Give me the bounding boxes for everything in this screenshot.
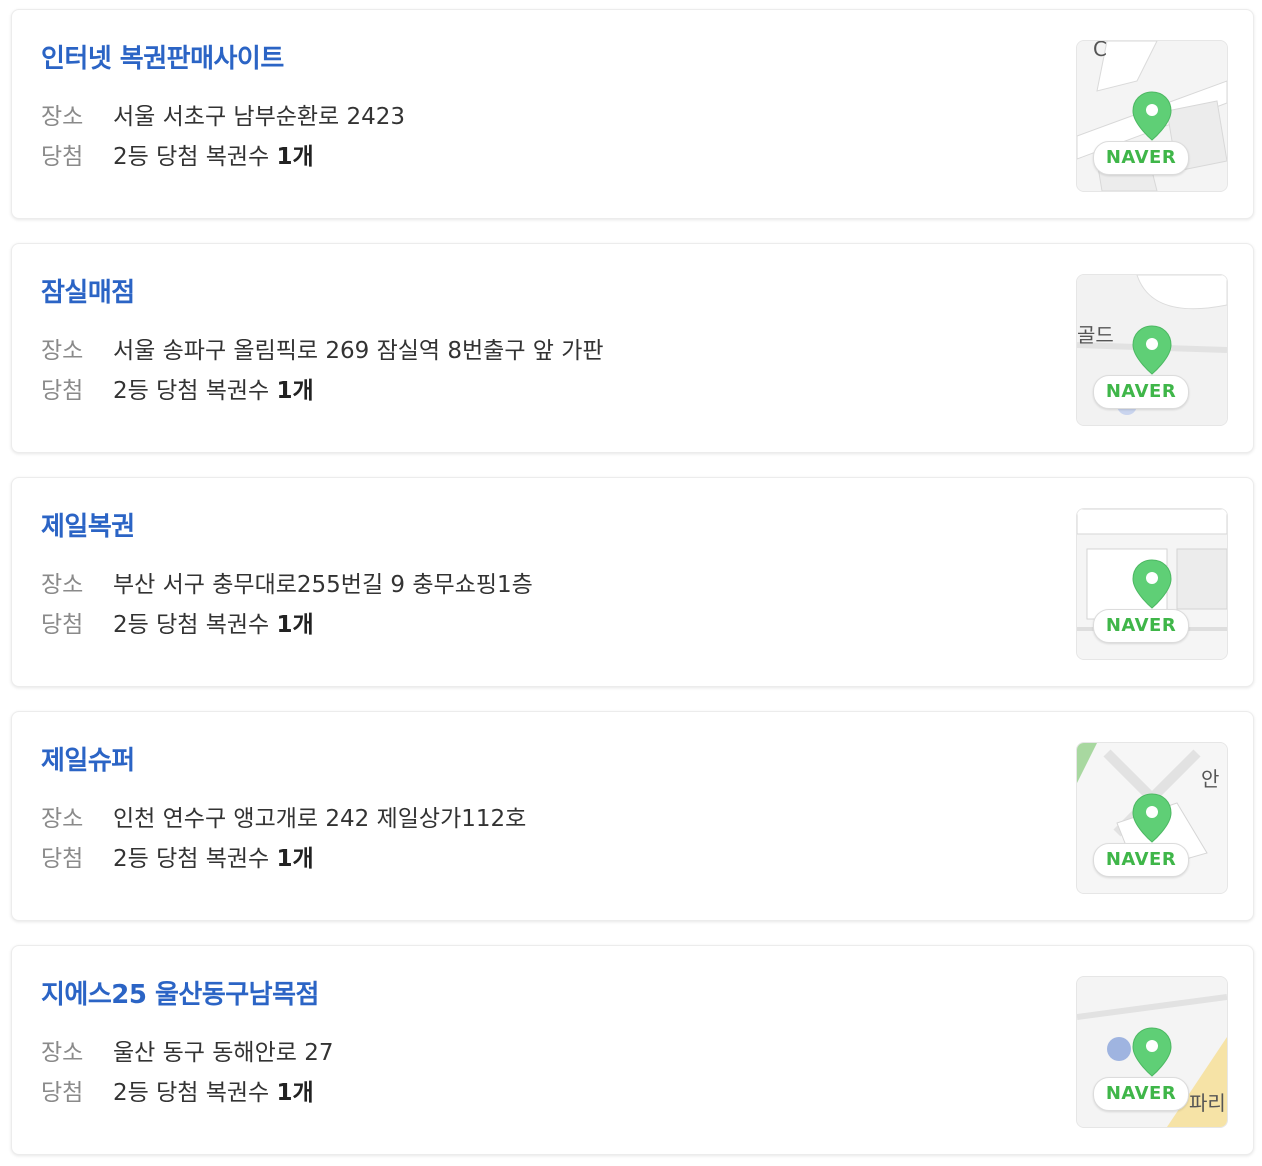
store-name[interactable]: 제일슈퍼 [41, 740, 135, 777]
place-label: 장소 [41, 104, 84, 130]
naver-logo: NAVER [1093, 843, 1189, 877]
store-win-row: 당첨 2등 당첨 복권수 1개 [41, 371, 314, 405]
map-thumbnail[interactable]: NAVER [1076, 508, 1228, 660]
store-card[interactable]: 인터넷 복권판매사이트 장소 서울 서초구 남부순환로 2423 당첨 2등 당첨 … [11, 9, 1254, 219]
store-address: 서울 서초구 남부순환로 2423 [113, 104, 406, 130]
win-text: 2등 당첨 복권수 [113, 378, 277, 404]
map-thumbnail[interactable]: C NAVER [1076, 40, 1228, 192]
naver-logo: NAVER [1093, 375, 1189, 409]
store-place-row: 장소 부산 서구 충무대로255번길 9 충무쇼핑1층 [41, 565, 533, 599]
naver-logo: NAVER [1093, 1077, 1189, 1111]
map-thumbnail[interactable]: 골드 NAVER [1076, 274, 1228, 426]
store-place-row: 장소 서울 서초구 남부순환로 2423 [41, 97, 405, 131]
store-address: 서울 송파구 올림픽로 269 잠실역 8번출구 앞 가판 [113, 338, 604, 364]
win-text: 2등 당첨 복권수 [113, 846, 277, 872]
win-count: 1개 [276, 846, 314, 872]
win-label: 당첨 [41, 612, 84, 638]
win-count: 1개 [276, 144, 314, 170]
place-label: 장소 [41, 1040, 84, 1066]
naver-logo: NAVER [1093, 609, 1189, 643]
map-label: 안 [1201, 767, 1220, 791]
map-pin-icon [1132, 793, 1172, 843]
win-text: 2등 당첨 복권수 [113, 144, 277, 170]
map-pin-icon [1132, 325, 1172, 375]
store-address: 부산 서구 충무대로255번길 9 충무쇼핑1층 [113, 572, 533, 598]
store-card[interactable]: 제일복권 장소 부산 서구 충무대로255번길 9 충무쇼핑1층 당첨 2등 당첨 … [11, 477, 1254, 687]
store-card[interactable]: 잠실매점 장소 서울 송파구 올림픽로 269 잠실역 8번출구 앞 가판 당첨 2… [11, 243, 1254, 453]
map-thumbnail[interactable]: 파리 NAVER [1076, 976, 1228, 1128]
store-place-row: 장소 울산 동구 동해안로 27 [41, 1033, 333, 1067]
store-name[interactable]: 인터넷 복권판매사이트 [41, 38, 284, 75]
map-label: C [1093, 40, 1107, 61]
place-label: 장소 [41, 338, 84, 364]
store-win-row: 당첨 2등 당첨 복권수 1개 [41, 137, 314, 171]
map-pin-icon [1132, 1027, 1172, 1077]
store-card[interactable]: 제일슈퍼 장소 인천 연수구 앵고개로 242 제일상가112호 당첨 2등 당첨 … [11, 711, 1254, 921]
store-name[interactable]: 제일복권 [41, 506, 135, 543]
store-card[interactable]: 지에스25 울산동구남목점 장소 울산 동구 동해안로 27 당첨 2등 당첨 복권… [11, 945, 1254, 1155]
store-address: 울산 동구 동해안로 27 [113, 1040, 334, 1066]
place-label: 장소 [41, 806, 84, 832]
store-name[interactable]: 잠실매점 [41, 272, 135, 309]
place-label: 장소 [41, 572, 84, 598]
store-place-row: 장소 서울 송파구 올림픽로 269 잠실역 8번출구 앞 가판 [41, 331, 604, 365]
win-text: 2등 당첨 복권수 [113, 1080, 277, 1106]
map-label: 골드 [1077, 323, 1114, 347]
map-pin-icon [1132, 91, 1172, 141]
win-label: 당첨 [41, 378, 84, 404]
map-label: 파리 [1189, 1091, 1226, 1115]
map-thumbnail[interactable]: 안 NAVER [1076, 742, 1228, 894]
store-place-row: 장소 인천 연수구 앵고개로 242 제일상가112호 [41, 799, 526, 833]
store-name[interactable]: 지에스25 울산동구남목점 [41, 974, 319, 1011]
win-label: 당첨 [41, 846, 84, 872]
map-pin-icon [1132, 559, 1172, 609]
winning-store-list: 인터넷 복권판매사이트 장소 서울 서초구 남부순환로 2423 당첨 2등 당첨 … [0, 0, 1262, 1166]
store-address: 인천 연수구 앵고개로 242 제일상가112호 [113, 806, 527, 832]
win-count: 1개 [276, 1080, 314, 1106]
win-label: 당첨 [41, 1080, 84, 1106]
store-win-row: 당첨 2등 당첨 복권수 1개 [41, 839, 314, 873]
store-win-row: 당첨 2등 당첨 복권수 1개 [41, 605, 314, 639]
win-count: 1개 [276, 612, 314, 638]
store-win-row: 당첨 2등 당첨 복권수 1개 [41, 1073, 314, 1107]
win-label: 당첨 [41, 144, 84, 170]
win-text: 2등 당첨 복권수 [113, 612, 277, 638]
naver-logo: NAVER [1093, 141, 1189, 175]
win-count: 1개 [276, 378, 314, 404]
